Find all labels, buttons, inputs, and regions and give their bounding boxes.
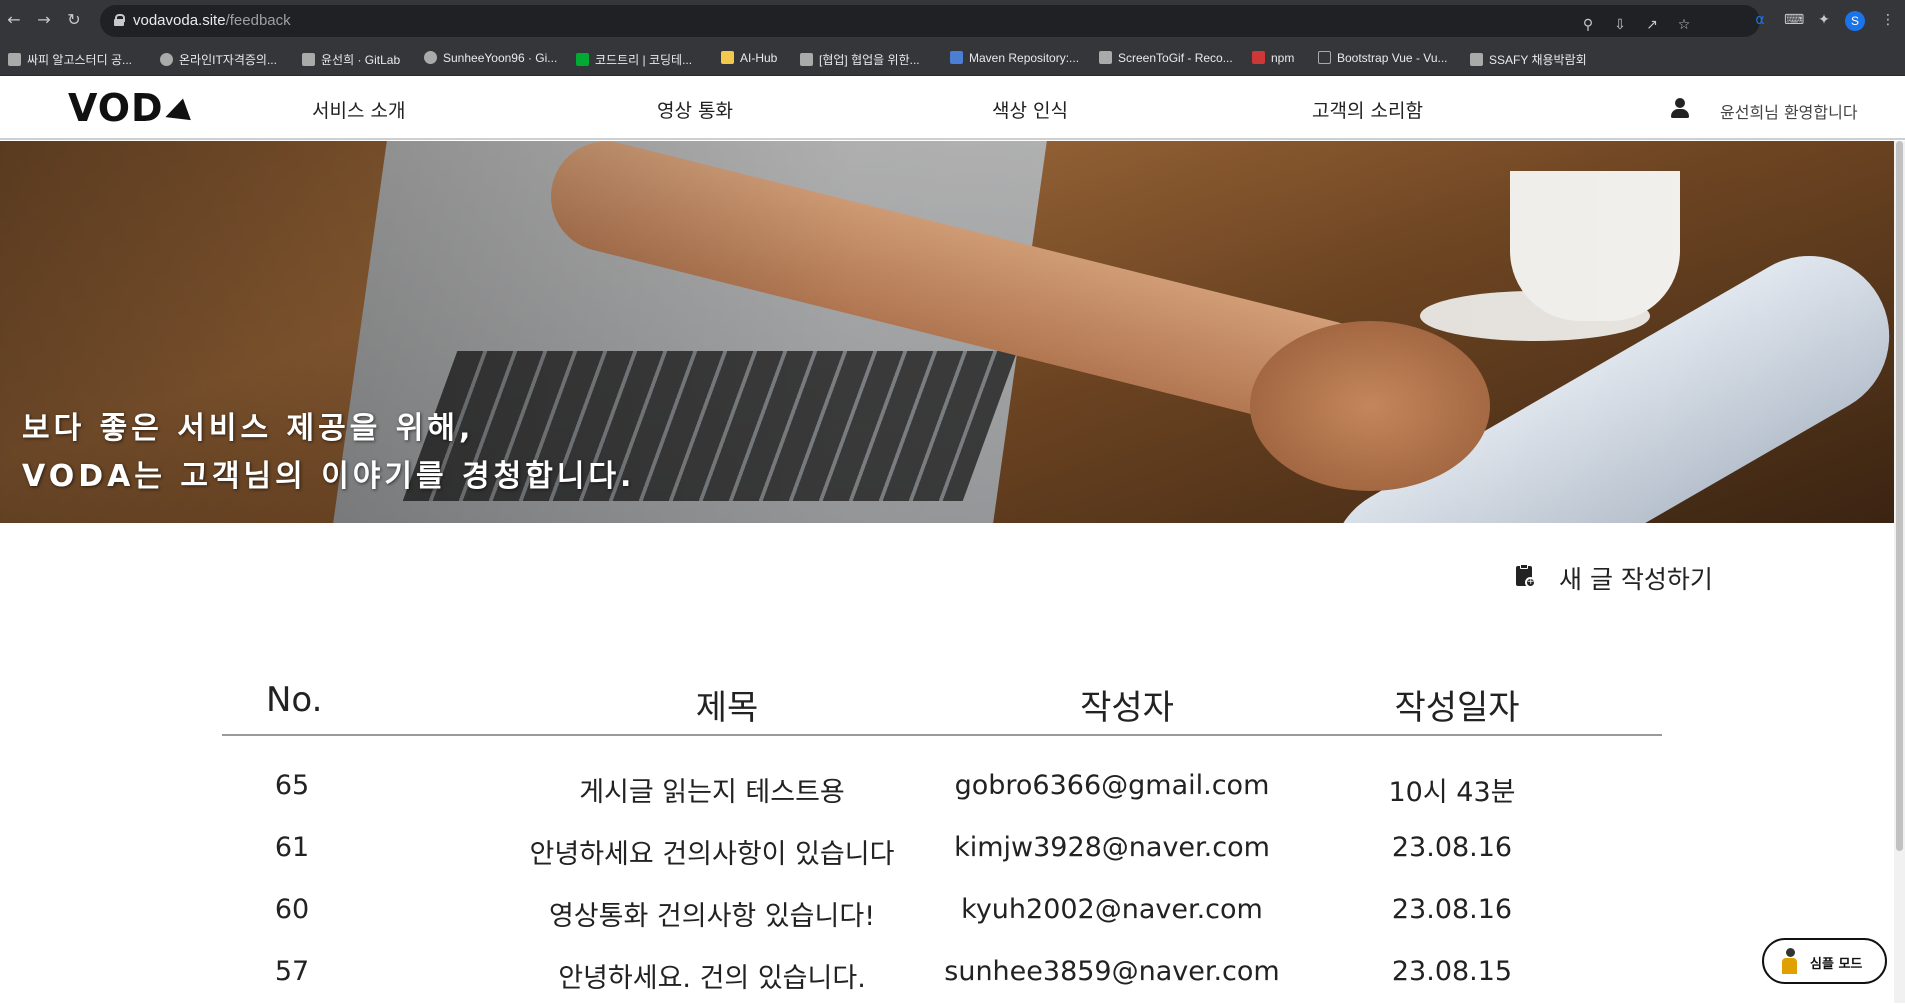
- install-icon[interactable]: ⇩: [1612, 17, 1628, 33]
- row-date: 10시 43분: [1388, 777, 1516, 808]
- menu-video-call[interactable]: 영상 통화: [657, 96, 733, 123]
- site-header: VOD◀ 서비스 소개 영상 통화 색상 인식 고객의 소리함 윤선희님 환영합…: [0, 76, 1905, 140]
- menu-kebab-icon[interactable]: ⋮: [1880, 12, 1896, 28]
- share-icon[interactable]: ↗: [1644, 17, 1660, 33]
- bookmark-item[interactable]: [협업] 협업을 위한...: [800, 51, 920, 67]
- row-no: 61: [274, 832, 310, 863]
- bookmark-favicon-icon: [576, 53, 589, 66]
- bookmark-item[interactable]: AI-Hub: [721, 51, 777, 67]
- github-icon: [424, 51, 437, 64]
- column-header-date: 작성일자: [1394, 688, 1520, 728]
- address-bar[interactable]: vodavoda.site/feedback ⚲ ⇩ ↗ ☆: [100, 5, 1760, 37]
- bookmark-item[interactable]: 싸피 알고스터디 공...: [8, 51, 132, 67]
- bookmark-favicon-icon: [8, 53, 21, 66]
- hero-banner: 보다 좋은 서비스 제공을 위해, VODA는 고객님의 이야기를 경청합니다.: [0, 141, 1894, 523]
- table-row[interactable]: 57 안녕하세요. 건의 있습니다. sunhee3859@naver.com …: [222, 942, 1662, 1004]
- table-row[interactable]: 65 게시글 읽는지 테스트용 gobro6366@gmail.com 10시 …: [222, 756, 1662, 818]
- bookmark-favicon-icon: [302, 53, 315, 66]
- logo[interactable]: VOD◀: [68, 86, 193, 132]
- bookmark-favicon-icon: [1099, 51, 1112, 64]
- bookmark-item[interactable]: ScreenToGif - Reco...: [1099, 51, 1233, 67]
- bookmark-item[interactable]: 코드트리 | 코딩테...: [576, 51, 692, 67]
- menu-customer-voice[interactable]: 고객의 소리함: [1312, 96, 1423, 123]
- extensions-icon[interactable]: ✦: [1816, 12, 1832, 28]
- translate-icon[interactable]: α: [1752, 12, 1768, 28]
- reload-icon[interactable]: ↻: [64, 10, 84, 30]
- row-author: sunhee3859@naver.com: [944, 956, 1280, 987]
- keyboard-icon[interactable]: ⌨: [1784, 12, 1804, 28]
- menu-color-recognition[interactable]: 색상 인식: [992, 96, 1068, 123]
- row-no: 57: [274, 956, 310, 987]
- welcome-text: 윤선희님 환영합니다: [1720, 103, 1858, 122]
- bookmark-favicon-icon: [160, 53, 173, 66]
- lock-icon: [114, 14, 125, 26]
- bookmark-favicon-icon: [1318, 51, 1331, 64]
- walking-person-icon: [1778, 948, 1802, 976]
- hero-subheadline: VODA는 고객님의 이야기를 경청합니다.: [22, 459, 636, 494]
- simple-mode-button[interactable]: 심플 모드: [1762, 938, 1887, 984]
- write-post-label: 새 글 작성하기: [1559, 565, 1713, 594]
- row-date: 23.08.16: [1391, 832, 1513, 863]
- column-header-title: 제목: [695, 688, 759, 728]
- row-title[interactable]: 영상통화 건의사항 있습니다!: [422, 894, 1002, 933]
- column-header-author: 작성자: [1080, 688, 1174, 728]
- bookmark-item[interactable]: 윤선희 · GitLab: [302, 51, 400, 67]
- back-icon[interactable]: ←: [4, 10, 24, 30]
- npm-icon: [1252, 51, 1265, 64]
- forward-icon[interactable]: →: [34, 10, 54, 30]
- row-author: kimjw3928@naver.com: [954, 832, 1270, 863]
- hero-headline: 보다 좋은 서비스 제공을 위해,: [22, 411, 475, 446]
- row-no: 65: [274, 770, 310, 801]
- row-title[interactable]: 안녕하세요. 건의 있습니다.: [422, 956, 1002, 995]
- bookmark-favicon-icon: [950, 51, 963, 64]
- bookmark-item[interactable]: npm: [1252, 51, 1294, 67]
- bookmark-item[interactable]: Bootstrap Vue - Vu...: [1318, 51, 1448, 67]
- table-row[interactable]: 60 영상통화 건의사항 있습니다! kyuh2002@naver.com 23…: [222, 880, 1662, 942]
- column-header-no: No.: [266, 680, 323, 720]
- page-scrollbar[interactable]: [1894, 141, 1905, 1003]
- bookmark-item[interactable]: Maven Repository:...: [950, 51, 1079, 67]
- bookmark-item[interactable]: 온라인IT자격증의...: [160, 51, 277, 67]
- row-author: kyuh2002@naver.com: [961, 894, 1263, 925]
- table-header: No. 제목 작성자 작성일자: [222, 670, 1662, 736]
- row-title[interactable]: 게시글 읽는지 테스트용: [422, 770, 1002, 809]
- table-row[interactable]: 61 안녕하세요 건의사항이 있습니다 kimjw3928@naver.com …: [222, 818, 1662, 880]
- bookmark-favicon-icon: [800, 53, 813, 66]
- bookmarks-bar: 싸피 알고스터디 공... 온라인IT자격증의... 윤선희 · GitLab …: [0, 42, 1905, 76]
- bookmark-star-icon[interactable]: ☆: [1676, 17, 1692, 33]
- clipboard-plus-icon: +: [1516, 564, 1536, 588]
- url-text: vodavoda.site/feedback: [133, 12, 291, 29]
- simple-mode-label: 심플 모드: [1810, 957, 1863, 972]
- bookmark-item[interactable]: SSAFY 채용박람회: [1470, 51, 1587, 67]
- scroll-thumb[interactable]: [1896, 141, 1903, 851]
- row-date: 23.08.16: [1391, 894, 1513, 925]
- bookmark-favicon-icon: [1470, 53, 1483, 66]
- row-title[interactable]: 안녕하세요 건의사항이 있습니다: [422, 832, 1002, 871]
- bookmark-item[interactable]: SunheeYoon96 · Gi...: [424, 51, 557, 67]
- bookmark-favicon-icon: [721, 51, 734, 64]
- row-date: 23.08.15: [1391, 956, 1513, 987]
- row-no: 60: [274, 894, 310, 925]
- row-author: gobro6366@gmail.com: [954, 770, 1270, 801]
- browser-toolbar: ← → ↻ vodavoda.site/feedback ⚲ ⇩ ↗ ☆ α ⌨…: [0, 0, 1905, 42]
- key-icon[interactable]: ⚲: [1580, 17, 1596, 33]
- menu-service-intro[interactable]: 서비스 소개: [312, 96, 405, 123]
- user-icon[interactable]: [1670, 98, 1690, 120]
- profile-avatar[interactable]: S: [1845, 11, 1865, 31]
